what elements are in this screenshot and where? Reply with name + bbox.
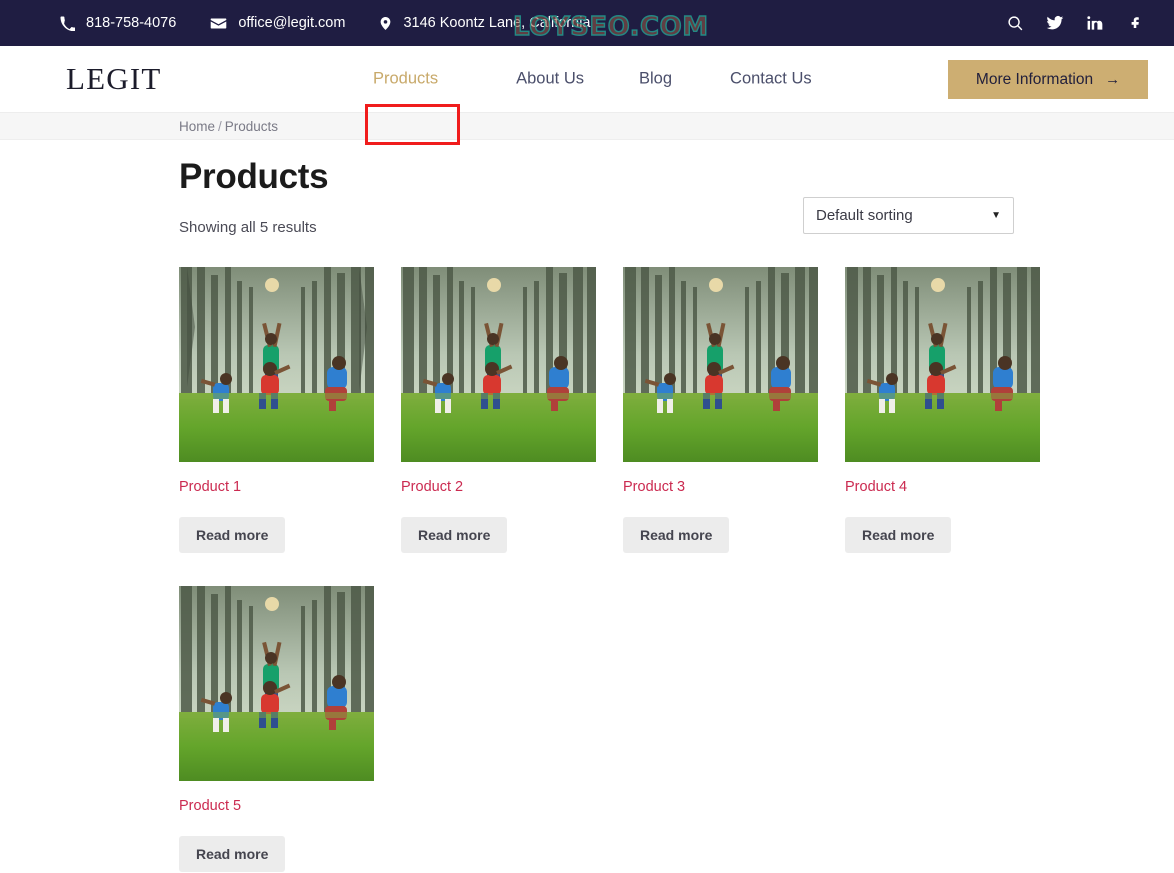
product-grid: Product 1 Read more Product 2 Read more …	[179, 267, 1148, 872]
linkedin-icon[interactable]	[1086, 14, 1104, 32]
product-thumbnail[interactable]	[179, 267, 374, 462]
breadcrumb-bar: Home / Products	[0, 112, 1174, 140]
sorting-select[interactable]: Default sorting ▼	[803, 197, 1014, 234]
kids-playing-ball-image	[623, 267, 818, 462]
top-contact-group: 818-758-4076 office@legit.com 3146 Koont…	[60, 15, 590, 32]
kids-playing-ball-image	[179, 267, 374, 462]
phone-contact[interactable]: 818-758-4076	[60, 15, 176, 31]
product-thumbnail[interactable]	[401, 267, 596, 462]
product-title[interactable]: Product 5	[179, 798, 374, 814]
twitter-icon[interactable]	[1046, 14, 1064, 32]
facebook-icon[interactable]	[1126, 14, 1144, 32]
product-thumbnail[interactable]	[179, 586, 374, 781]
breadcrumb-separator: /	[218, 118, 222, 134]
phone-icon	[60, 16, 75, 31]
product-title[interactable]: Product 1	[179, 479, 374, 495]
read-more-button[interactable]: Read more	[845, 517, 952, 553]
read-more-button[interactable]: Read more	[401, 517, 508, 553]
address-contact[interactable]: 3146 Koontz Lane, California	[379, 15, 590, 32]
search-icon[interactable]	[1006, 14, 1024, 32]
read-more-button[interactable]: Read more	[179, 517, 286, 553]
read-more-button[interactable]: Read more	[179, 836, 286, 872]
envelope-icon	[210, 15, 227, 32]
kids-playing-ball-image	[401, 267, 596, 462]
product-card: Product 2 Read more	[401, 267, 596, 553]
breadcrumb-home[interactable]: Home	[179, 119, 215, 134]
kids-playing-ball-image	[845, 267, 1040, 462]
cta-label: More Information	[975, 70, 1094, 88]
top-contact-bar: 818-758-4076 office@legit.com 3146 Koont…	[0, 0, 1174, 46]
sorting-selected-value: Default sorting	[816, 207, 913, 224]
kids-playing-ball-image	[179, 586, 374, 781]
nav-item-blog[interactable]: Blog	[639, 64, 672, 95]
product-thumbnail[interactable]	[845, 267, 1040, 462]
email-address: office@legit.com	[238, 15, 346, 31]
nav-item-products[interactable]: Products	[373, 64, 438, 95]
email-contact[interactable]: office@legit.com	[210, 15, 345, 32]
results-toolbar: Showing all 5 results Default sorting ▼	[179, 197, 1148, 253]
nav-item-contact-us[interactable]: Contact Us	[730, 64, 812, 95]
more-information-button[interactable]: More Information →	[948, 60, 1148, 99]
nav-item-about-us[interactable]: About Us	[516, 64, 584, 95]
product-card: Product 5 Read more	[179, 586, 374, 872]
product-card: Product 1 Read more	[179, 267, 374, 553]
location-pin-icon	[379, 15, 392, 32]
product-title[interactable]: Product 3	[623, 479, 818, 495]
read-more-button[interactable]: Read more	[623, 517, 730, 553]
street-address: 3146 Koontz Lane, California	[403, 15, 591, 31]
breadcrumb-current: Products	[224, 118, 279, 134]
product-card: Product 4 Read more	[845, 267, 1040, 553]
product-thumbnail[interactable]	[623, 267, 818, 462]
page-title: Products	[179, 157, 329, 196]
chevron-down-icon: ▼	[991, 210, 1001, 221]
site-logo[interactable]: LEGIT	[66, 61, 162, 97]
product-title[interactable]: Product 4	[845, 479, 1040, 495]
arrow-right-icon: →	[1105, 71, 1121, 88]
main-navigation: Products About Us Blog Contact Us	[373, 64, 812, 95]
breadcrumb: Home / Products	[179, 119, 278, 134]
phone-number: 818-758-4076	[86, 15, 177, 31]
product-card: Product 3 Read more	[623, 267, 818, 553]
site-header: LEGIT Products About Us Blog Contact Us …	[0, 46, 1174, 145]
social-links-group	[1006, 0, 1144, 46]
product-title[interactable]: Product 2	[401, 479, 596, 495]
main-content: Products Showing all 5 results Default s…	[0, 140, 1174, 872]
